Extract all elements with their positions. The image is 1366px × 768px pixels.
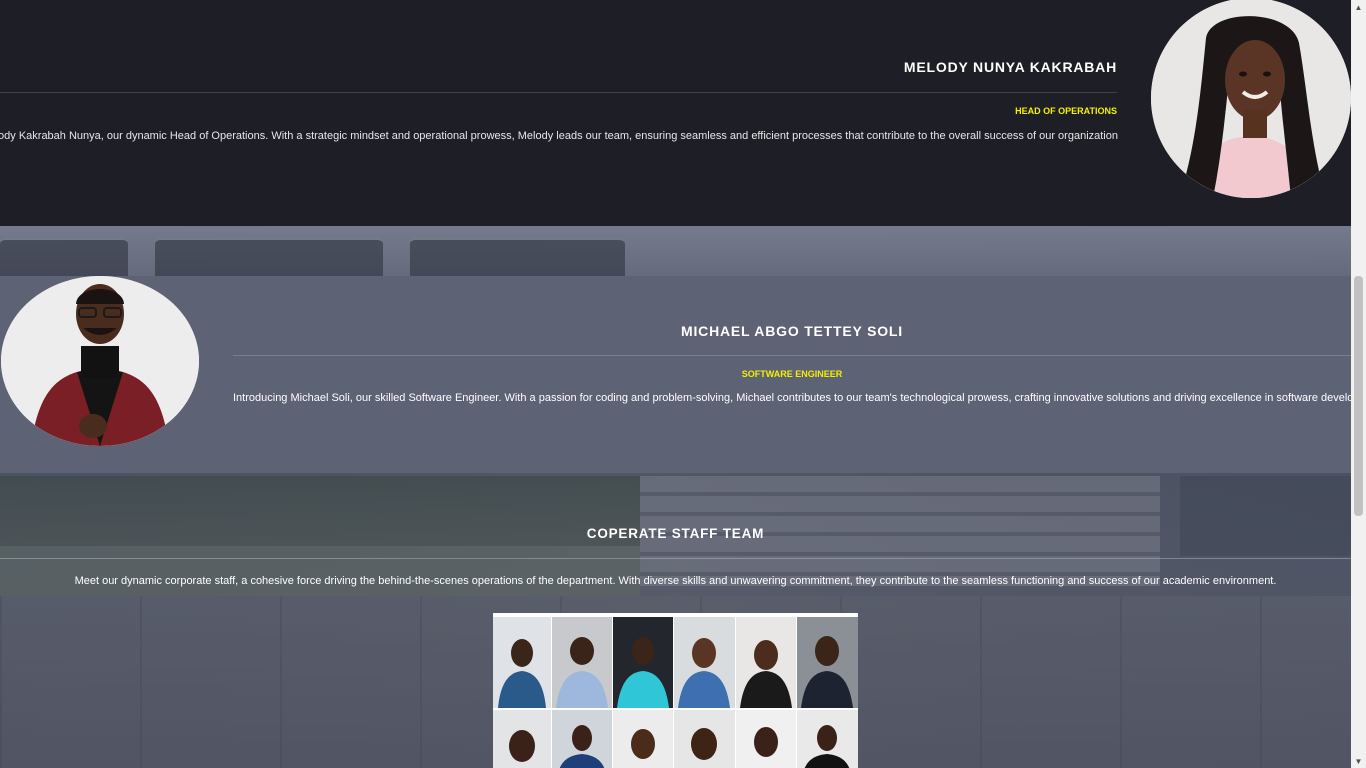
staff-photo: [552, 710, 612, 768]
staff-name: MICHAEL ABGO TETTEY SOLI: [681, 323, 903, 339]
staff-role: HEAD OF OPERATIONS: [1015, 106, 1117, 116]
staff-photo: [493, 617, 551, 708]
background-railing: [1180, 476, 1351, 556]
page: MELODY NUNYA KAKRABAH HEAD OF OPERATIONS…: [0, 0, 1351, 768]
avatar-michael: [1, 276, 199, 446]
avatar-melody: [1151, 0, 1351, 198]
staff-card-melody: MELODY NUNYA KAKRABAH HEAD OF OPERATIONS…: [0, 0, 1351, 226]
background-window: [155, 238, 383, 276]
staff-bio: Meet Melody Kakrabah Nunya, our dynamic …: [0, 130, 1118, 142]
background-window: [0, 238, 128, 276]
staff-photo: [797, 617, 858, 708]
background-window: [410, 238, 625, 276]
staff-photo: [736, 617, 796, 708]
staff-photo: [613, 710, 673, 768]
staff-photo: [797, 710, 858, 768]
staff-photo: [552, 617, 612, 708]
divider: [0, 92, 1117, 93]
staff-bio: Introducing Michael Soli, our skilled So…: [233, 392, 1351, 404]
team-description: Meet our dynamic corporate staff, a cohe…: [74, 575, 1277, 587]
staff-photo: [674, 710, 735, 768]
staff-photo: [493, 710, 551, 768]
staff-name: MELODY NUNYA KAKRABAH: [903, 59, 1117, 75]
background-grass: [0, 546, 640, 596]
page-scrollbar[interactable]: ▲ ▼: [1351, 0, 1366, 768]
staff-role: SOFTWARE ENGINEER: [741, 369, 843, 379]
team-photo-collage: [493, 613, 858, 768]
divider: [0, 558, 1351, 559]
staff-photo: [674, 617, 735, 708]
scrollbar-thumb[interactable]: [1354, 276, 1363, 516]
staff-photo: [613, 617, 673, 708]
divider: [233, 355, 1351, 356]
staff-photo: [736, 710, 796, 768]
staff-card-michael: MICHAEL ABGO TETTEY SOLI SOFTWARE ENGINE…: [0, 276, 1351, 473]
scroll-down-icon[interactable]: ▼: [1351, 754, 1366, 768]
team-section-title: COPERATE STAFF TEAM: [586, 526, 765, 541]
scroll-up-icon[interactable]: ▲: [1351, 0, 1366, 14]
